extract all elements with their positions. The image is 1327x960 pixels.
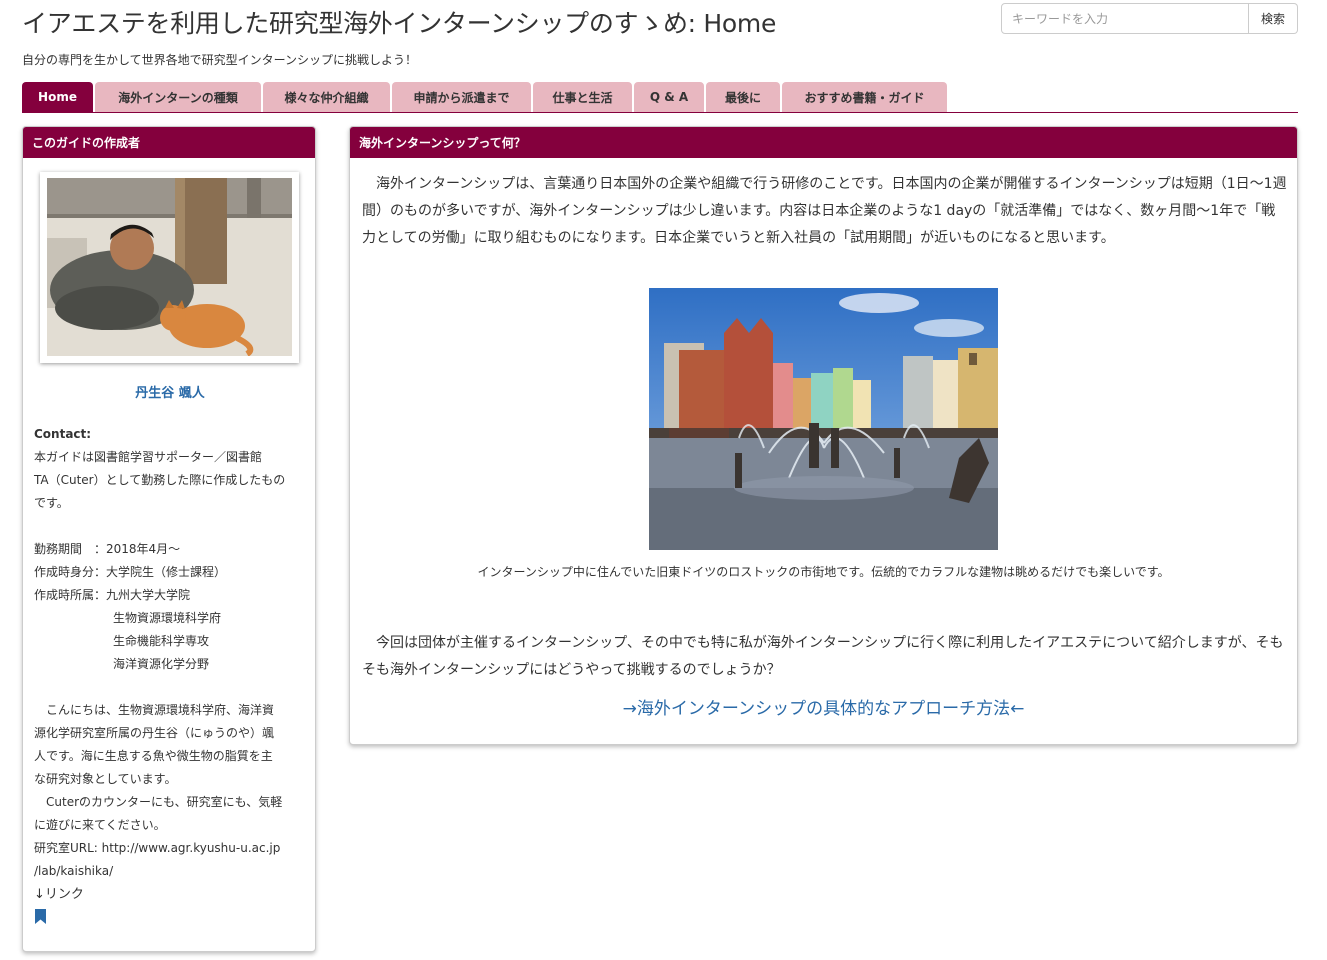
tab-application[interactable]: 申請から派遣まで — [392, 82, 531, 112]
main-box-header: 海外インターンシップって何？ — [350, 127, 1297, 158]
search-input[interactable] — [1001, 3, 1249, 34]
intro-line: な研究対象としています。 — [34, 772, 177, 786]
author-profile: Contact: 本ガイドは図書館学習サポーター／図書館 TA（Cuter）とし… — [34, 423, 306, 932]
tab-agencies[interactable]: 様々な仲介組織 — [263, 82, 390, 112]
author-box-header: このガイドの作成者 — [23, 127, 315, 158]
page-subtitle: 自分の専門を生かして世界各地で研究型インターンシップに挑戦しよう！ — [22, 53, 418, 67]
detail-affiliation: 作成時所属：九州大学大学院 — [34, 588, 191, 602]
tab-bar: Home 海外インターンの種類 様々な仲介組織 申請から派遣まで 仕事と生活 Q… — [22, 82, 1298, 113]
search-button[interactable]: 検索 — [1249, 3, 1298, 34]
bookmark-icon[interactable] — [34, 909, 47, 932]
contact-label: Contact: — [34, 427, 92, 441]
approach-method-link[interactable]: →海外インターンシップの具体的なアプローチ方法← — [350, 694, 1297, 719]
detail-status: 作成時身分：大学院生（修士課程） — [34, 565, 227, 579]
tab-work-life[interactable]: 仕事と生活 — [533, 82, 632, 112]
rostock-photo — [649, 288, 998, 550]
invite-line: に遊びに来てください。 — [34, 818, 166, 832]
affiliation-line: 生物資源環境科学府 — [113, 611, 222, 625]
search-bar: 検索 — [1001, 3, 1298, 34]
detail-work-period: 勤務期間 ：2018年4月～ — [34, 542, 181, 556]
invite-line: Cuterのカウンターにも、研究室にも、気軽 — [46, 795, 283, 809]
intro-line: 人です。海に生息する魚や微生物の脂質を主 — [34, 749, 273, 763]
main-content-box: 海外インターンシップって何？ 海外インターンシップは、言葉通り日本国外の企業や組… — [349, 126, 1298, 745]
author-box: このガイドの作成者 丹生谷 颯人 Contact: 本ガイドは図書館学習サポータ… — [22, 126, 316, 952]
author-photo-frame — [40, 172, 299, 363]
tab-home[interactable]: Home — [22, 82, 93, 112]
tab-recommended-books[interactable]: おすすめ書籍・ガイド — [782, 82, 947, 112]
link-label: ↓リンク — [34, 887, 84, 902]
second-paragraph: 今回は団体が主催するインターンシップ、その中でも特に私が海外インターンシップに行… — [362, 635, 1284, 678]
affiliation-line: 海洋資源化学分野 — [113, 657, 210, 671]
intro-paragraph: 海外インターンシップは、言葉通り日本国外の企業や組織で行う研修のことです。日本国… — [362, 176, 1287, 246]
tab-qa[interactable]: Q & A — [634, 82, 704, 112]
intro-line: こんにちは、生物資源環境科学府、海洋資 — [46, 703, 275, 717]
tab-internship-types[interactable]: 海外インターンの種類 — [95, 82, 261, 112]
lab-url-line[interactable]: 研究室URL: http://www.agr.kyushu-u.ac.jp — [34, 837, 306, 860]
author-photo — [47, 178, 292, 356]
photo-caption: インターンシップ中に住んでいた旧東ドイツのロストックの市街地です。伝統的でカラフ… — [477, 565, 1170, 579]
author-name: 丹生谷 颯人 — [135, 386, 205, 401]
contact-line: です。 — [34, 496, 69, 510]
page-title: イアエステを利用した研究型海外インターンシップのすゝめ: Home — [22, 9, 777, 38]
contact-line: 本ガイドは図書館学習サポーター／図書館 — [34, 450, 263, 464]
intro-line: 源化学研究室所属の丹生谷（にゅうのや）颯 — [34, 726, 275, 740]
lab-url-line[interactable]: /lab/kaishika/ — [34, 860, 306, 883]
contact-line: TA（Cuter）として勤務した際に作成したもの — [34, 473, 286, 487]
tab-finally[interactable]: 最後に — [706, 82, 780, 112]
affiliation-line: 生命機能科学専攻 — [113, 634, 210, 648]
